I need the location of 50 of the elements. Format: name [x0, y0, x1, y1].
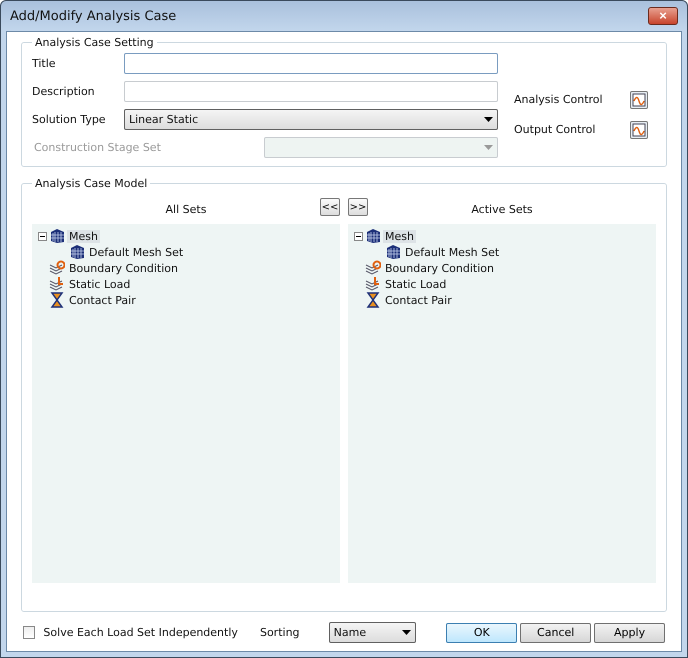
dialog-button[interactable]: Cancel [520, 622, 592, 642]
layers-c-icon [365, 260, 381, 276]
mesh-icon [365, 228, 381, 244]
sorting-dropdown[interactable]: Name [328, 622, 416, 643]
panel-title: Active Sets [471, 202, 533, 216]
tree-item[interactable]: Boundary Condition [383, 262, 496, 274]
tree-item[interactable]: Mesh [383, 230, 416, 242]
layers-l-icon [365, 276, 381, 292]
tree-item[interactable]: Static Load [67, 278, 132, 290]
move-button[interactable]: << [320, 198, 340, 216]
dialog-button[interactable]: Apply [594, 622, 665, 642]
sorting-label: Sorting [260, 626, 301, 639]
move-button[interactable]: >> [348, 198, 368, 216]
dialog-button[interactable]: OK [446, 622, 518, 642]
layers-c-icon [49, 260, 65, 276]
panel-title: All Sets [166, 202, 206, 216]
field-label: Title [32, 57, 56, 70]
caret-icon [484, 145, 493, 150]
group-title: Analysis Case Setting [34, 36, 155, 49]
control-label: Analysis Control [514, 93, 604, 106]
collapse-icon[interactable] [354, 232, 363, 240]
tree-item[interactable]: Mesh [67, 230, 100, 242]
group-title: Analysis Case Model [34, 177, 148, 190]
field-label: Construction Stage Set [33, 141, 161, 154]
caret-icon [402, 630, 412, 635]
chart-document-button[interactable] [630, 120, 648, 138]
chart-document-button[interactable] [630, 90, 648, 108]
mesh-icon [385, 244, 401, 260]
checkbox[interactable] [23, 626, 36, 639]
window-title: Add/Modify Analysis Case [10, 8, 176, 24]
tree-item[interactable]: Contact Pair [383, 294, 454, 306]
dropdown[interactable]: Linear Static [124, 109, 498, 130]
collapse-icon[interactable] [38, 232, 47, 240]
field-label: Solution Type [32, 113, 106, 126]
hourglass-icon [365, 292, 381, 308]
field-label: Description [32, 85, 95, 98]
checkbox-label: Solve Each Load Set Independently [43, 626, 239, 639]
text-field[interactable] [124, 53, 498, 74]
text-field[interactable] [124, 81, 498, 102]
layers-l-icon [49, 276, 65, 292]
tree-item[interactable]: Default Mesh Set [403, 246, 502, 258]
hourglass-icon [49, 292, 65, 308]
tree-item[interactable]: Default Mesh Set [87, 246, 186, 258]
mesh-icon [49, 228, 65, 244]
tree-item[interactable]: Boundary Condition [67, 262, 180, 274]
mesh-icon [69, 244, 85, 260]
control-label: Output Control [514, 123, 596, 136]
caret-icon [484, 117, 493, 122]
tree-item[interactable]: Static Load [383, 278, 448, 290]
tree-item[interactable]: Contact Pair [67, 294, 138, 306]
